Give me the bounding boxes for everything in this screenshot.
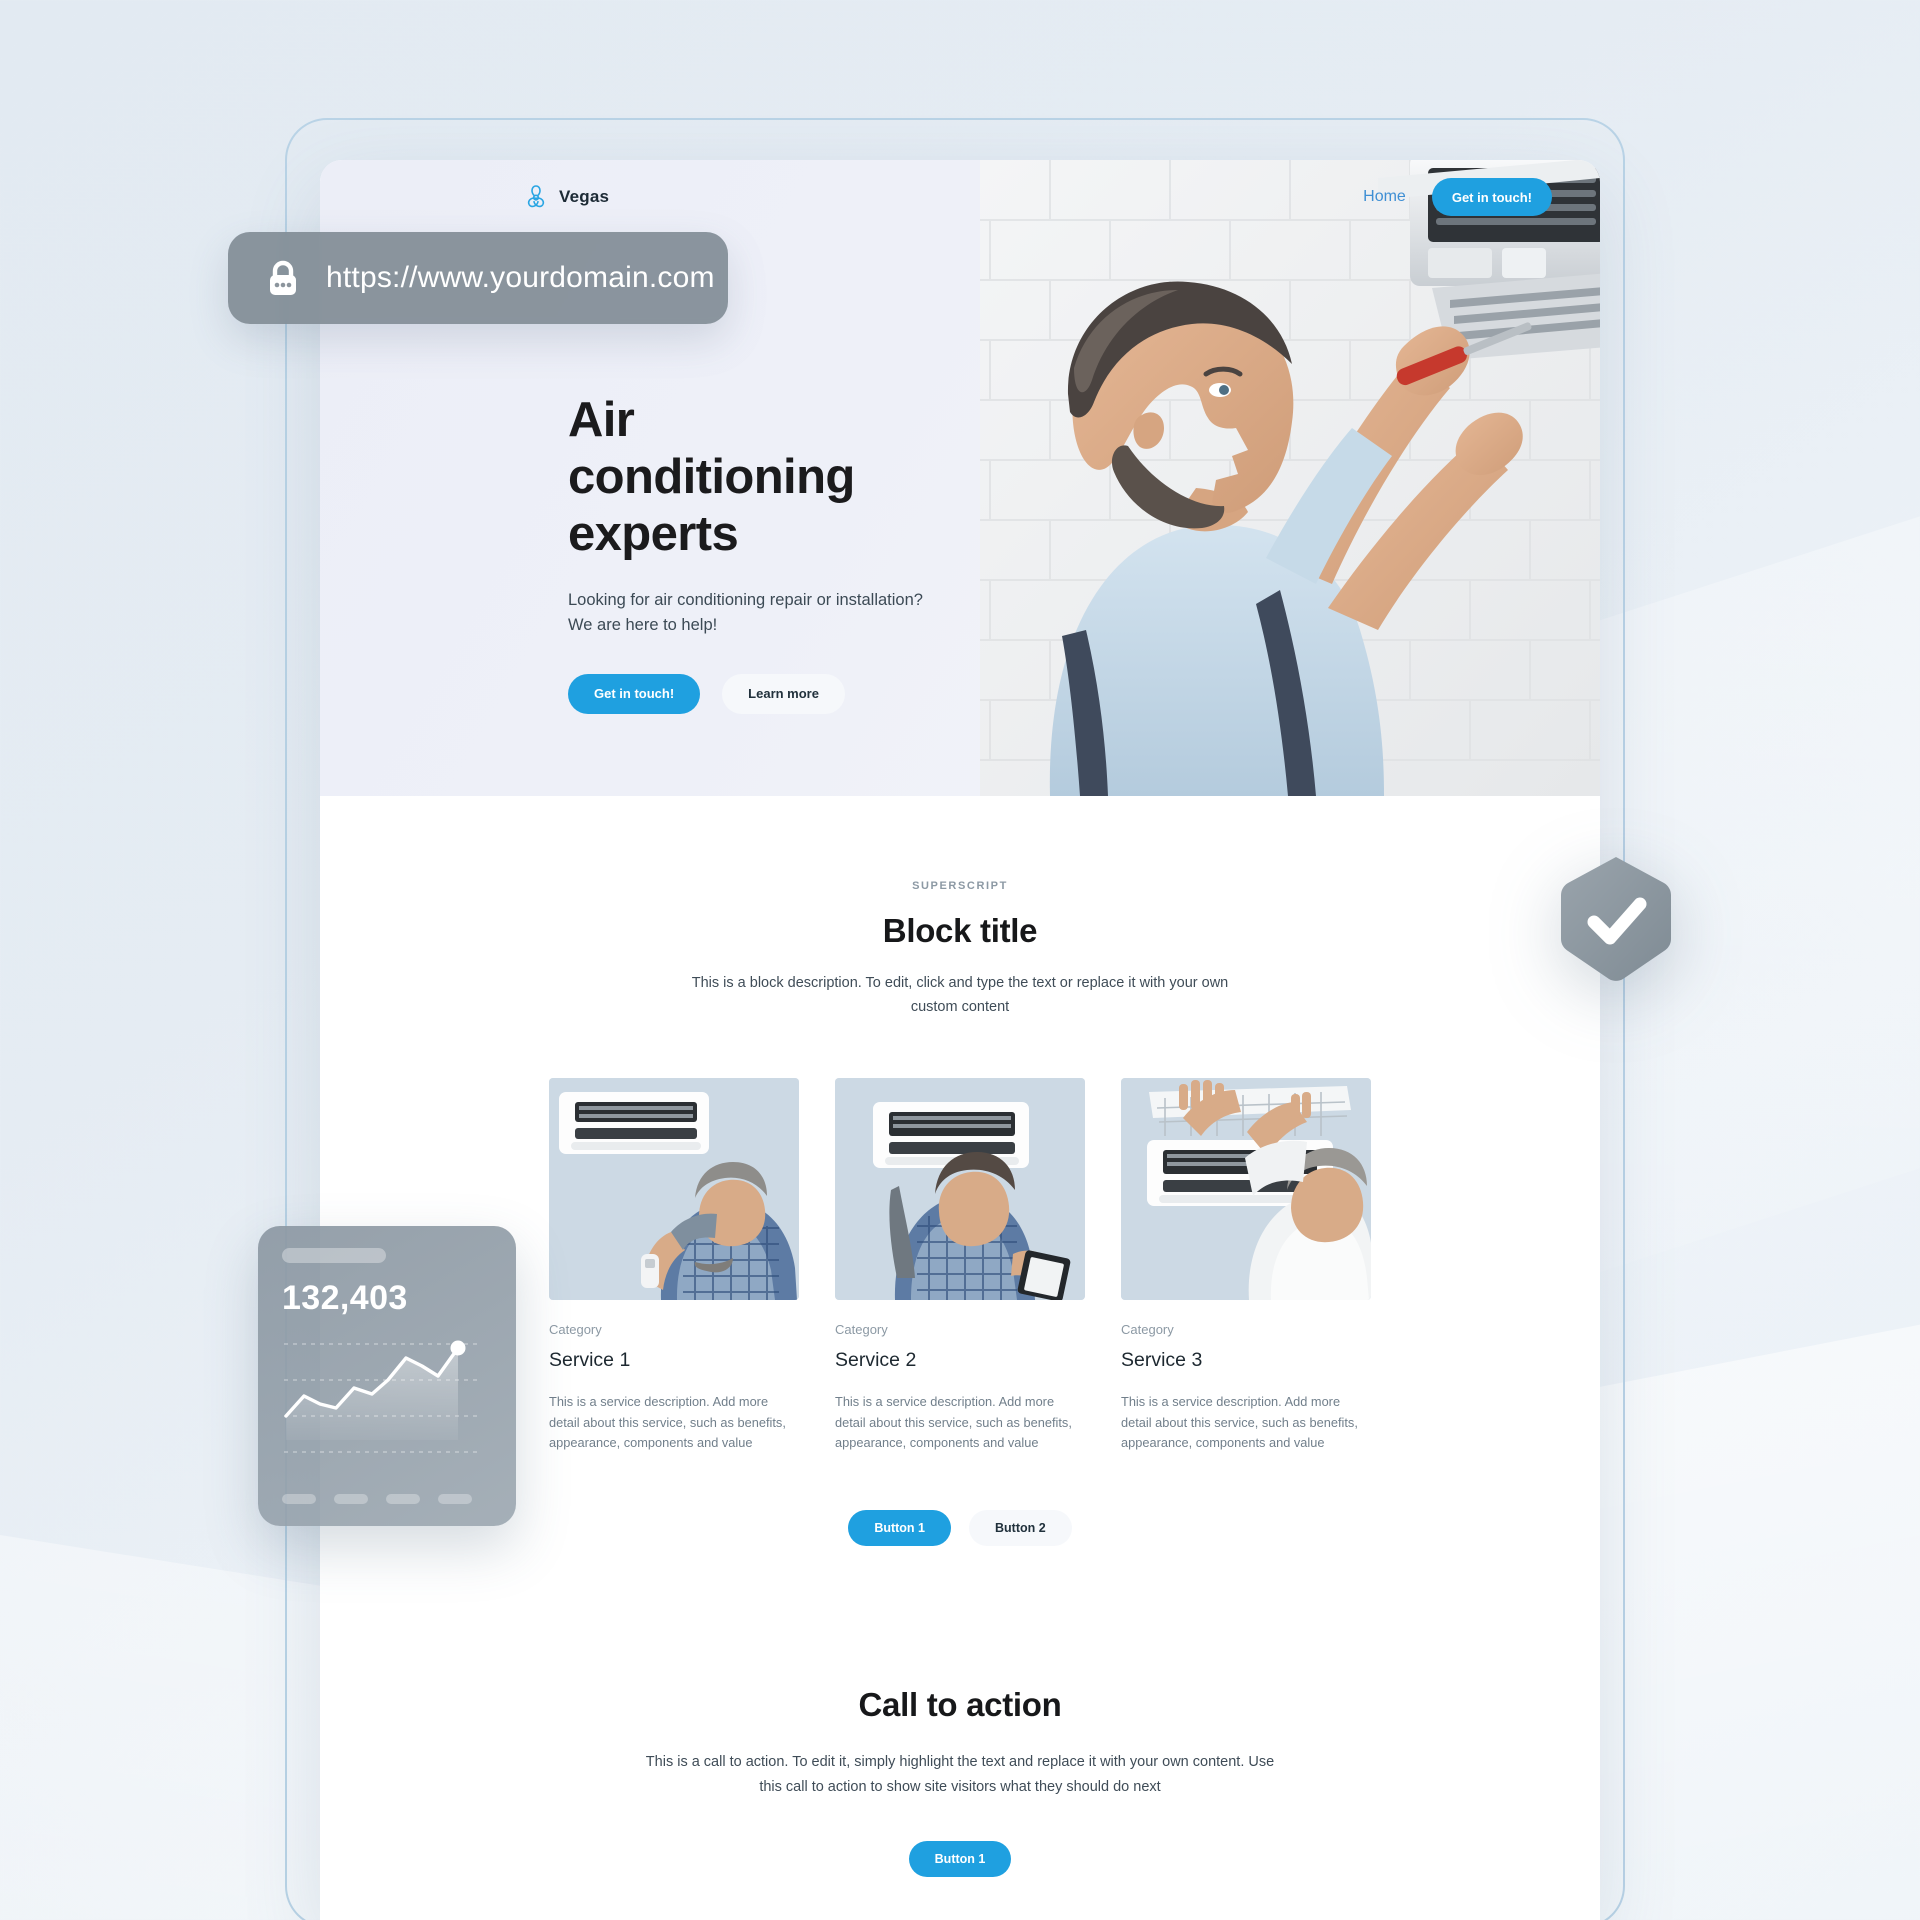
stats-tick — [438, 1494, 472, 1504]
cta-description: This is a call to action. To edit it, si… — [645, 1754, 1275, 1795]
hero-get-in-touch-button[interactable]: Get in touch! — [568, 673, 701, 714]
service-card-image — [549, 1077, 799, 1300]
stats-card-tick-placeholders — [282, 1494, 492, 1504]
nav-right-group: Home Get in touch! — [1363, 178, 1552, 216]
services-button-1[interactable]: Button 1 — [848, 1510, 951, 1546]
service-card-image — [835, 1077, 1085, 1300]
service-card-description: This is a service description. Add more … — [549, 1393, 786, 1451]
hero-learn-more-button[interactable]: Learn more — [722, 673, 845, 714]
service-card[interactable]: Category Service 1 This is a service des… — [549, 1077, 799, 1454]
nav-get-in-touch-button[interactable]: Get in touch! — [1431, 178, 1552, 216]
services-button-2[interactable]: Button 2 — [969, 1510, 1072, 1546]
stats-card-overlay: 132,403 — [258, 1226, 516, 1526]
services-superscript: SUPERSCRIPT — [912, 880, 1008, 892]
cta-actions: Button 1 — [320, 1841, 1600, 1878]
hero-actions: Get in touch! Learn more — [568, 673, 988, 714]
lock-icon — [266, 259, 300, 297]
shield-check-icon — [1554, 854, 1678, 994]
fan-logo-icon — [523, 183, 549, 211]
service-card-category: Category — [835, 1321, 888, 1337]
hero-copy: Air conditioning experts Looking for air… — [568, 392, 988, 714]
stats-tick — [334, 1494, 368, 1504]
service-card-category: Category — [549, 1321, 602, 1337]
stats-tick — [282, 1494, 316, 1504]
hero-image — [980, 160, 1600, 796]
hero-title: Air conditioning experts — [568, 393, 855, 561]
url-bar-overlay[interactable]: https://www.yourdomain.com — [228, 232, 728, 324]
service-card[interactable]: Category Service 3 This is a service des… — [1121, 1077, 1371, 1454]
service-card-description: This is a service description. Add more … — [1121, 1393, 1358, 1451]
logo-text: Vegas — [559, 187, 610, 206]
service-card-category: Category — [1121, 1321, 1174, 1337]
cta-button-1[interactable]: Button 1 — [908, 1841, 1012, 1878]
services-description: This is a block description. To edit, cl… — [691, 975, 1229, 1015]
stats-tick — [386, 1494, 420, 1504]
browser-window: Vegas Home Get in touch! Air conditionin… — [320, 160, 1600, 1920]
site-navigation: Vegas Home Get in touch! — [320, 160, 1600, 234]
cta-title: Call to action — [858, 1686, 1062, 1723]
stats-card-label-placeholder — [282, 1248, 386, 1263]
service-card-title: Service 3 — [1121, 1348, 1203, 1371]
service-card[interactable]: Category Service 2 This is a service des… — [835, 1077, 1085, 1454]
hero-subtitle: Looking for air conditioning repair or i… — [568, 591, 923, 635]
url-text: https://www.yourdomain.com — [326, 261, 715, 294]
service-card-title: Service 1 — [549, 1348, 631, 1371]
service-card-title: Service 2 — [835, 1348, 917, 1371]
nav-link-home[interactable]: Home — [1363, 188, 1406, 206]
line-chart-icon — [282, 1332, 492, 1468]
service-card-description: This is a service description. Add more … — [835, 1393, 1072, 1451]
call-to-action-section: Call to action This is a call to action.… — [320, 1546, 1600, 1878]
services-title: Block title — [882, 912, 1038, 949]
site-logo[interactable]: Vegas — [523, 183, 609, 211]
service-card-image — [1121, 1077, 1371, 1300]
stats-card-value: 132,403 — [282, 1279, 408, 1317]
